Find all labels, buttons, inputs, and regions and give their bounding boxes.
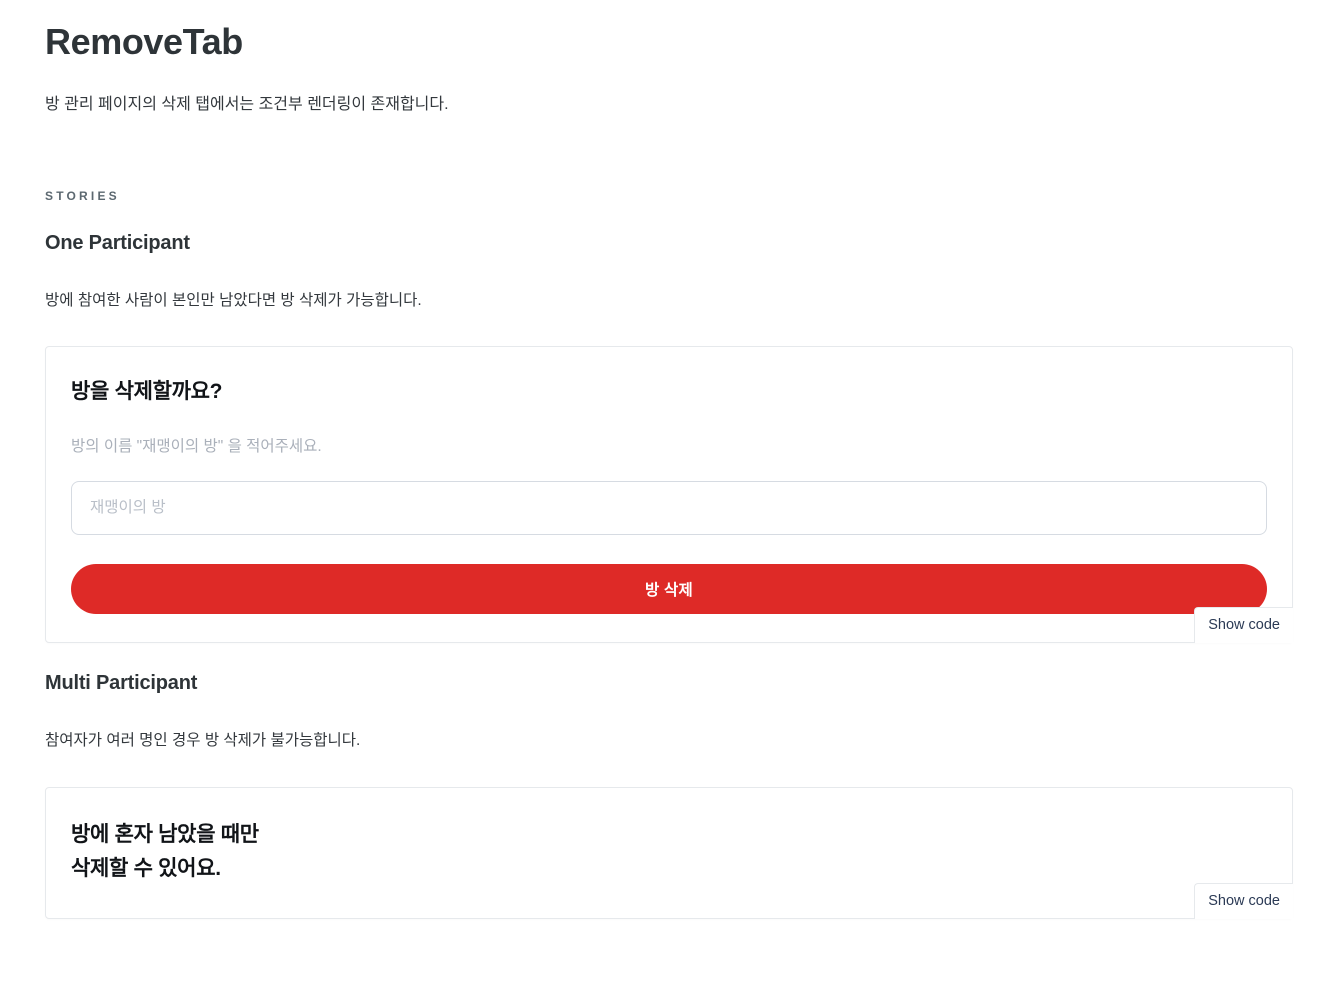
story-heading-multi-participant: Multi Participant xyxy=(45,672,198,695)
show-code-button[interactable]: Show code xyxy=(1194,882,1293,920)
stories-section-label: STORIES xyxy=(45,188,120,203)
remove-tab-title: 방을 삭제할까요? xyxy=(71,380,223,404)
show-code-button[interactable]: Show code xyxy=(1194,606,1293,644)
delete-blocked-message: 방에 혼자 남았을 때만 삭제할 수 있어요. xyxy=(71,823,259,881)
story-description-one-participant: 방에 참여한 사람이 본인만 남았다면 방 삭제가 가능합니다. xyxy=(45,291,422,309)
room-name-input[interactable] xyxy=(71,481,1267,536)
story-preview-multi-participant: 방에 혼자 남았을 때만 삭제할 수 있어요. Show code xyxy=(45,787,1293,920)
delete-room-button[interactable]: 방 삭제 xyxy=(71,564,1267,615)
page-title: RemoveTab xyxy=(45,21,243,62)
story-heading-one-participant: One Participant xyxy=(45,231,190,254)
preview-content: 방을 삭제할까요? 방의 이름 "재맹이의 방" 을 적어주세요. 방 삭제 xyxy=(46,347,1292,642)
remove-tab-hint: 방의 이름 "재맹이의 방" 을 적어주세요. xyxy=(71,437,322,455)
page-subtitle: 방 관리 페이지의 삭제 탭에서는 조건부 렌더링이 존재합니다. xyxy=(45,96,449,113)
preview-content: 방에 혼자 남았을 때만 삭제할 수 있어요. xyxy=(46,788,1292,918)
remove-tab-widget: 방을 삭제할까요? 방의 이름 "재맹이의 방" 을 적어주세요. 방 삭제 xyxy=(71,377,1267,615)
docs-page: RemoveTab 방 관리 페이지의 삭제 탭에서는 조건부 렌더링이 존재합… xyxy=(0,21,1323,920)
story-description-multi-participant: 참여자가 여러 명인 경우 방 삭제가 불가능합니다. xyxy=(45,732,361,750)
story-preview-one-participant: 방을 삭제할까요? 방의 이름 "재맹이의 방" 을 적어주세요. 방 삭제 S… xyxy=(45,346,1293,644)
